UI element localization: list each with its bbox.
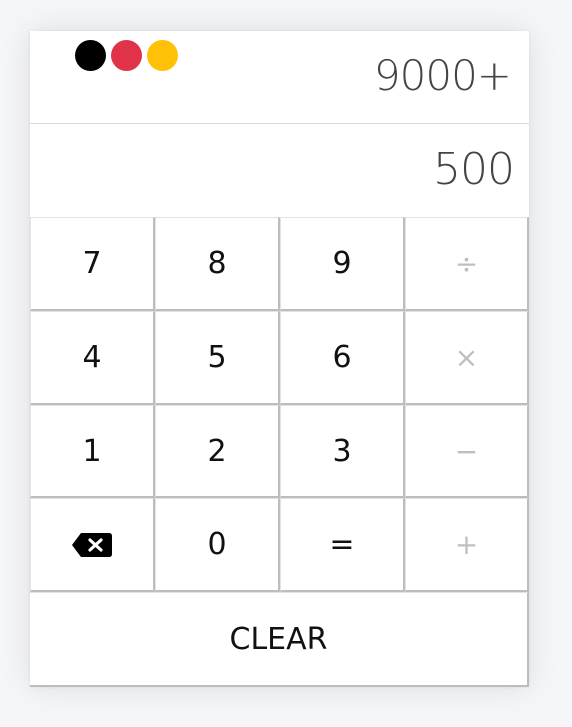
- add-button[interactable]: +: [405, 498, 529, 592]
- equals-button[interactable]: =: [280, 498, 405, 592]
- keypad: 7 8 9 ÷ 4 5 6 × 1 2 3 − 0 = +: [30, 217, 529, 592]
- close-window-button[interactable]: [75, 40, 106, 71]
- multiply-button[interactable]: ×: [405, 311, 529, 405]
- key-7[interactable]: 7: [30, 217, 155, 311]
- current-value-display: 500: [30, 124, 529, 217]
- backspace-button[interactable]: [30, 498, 155, 592]
- expression-display: 9000+: [30, 31, 529, 124]
- calculator-window: 9000+ 500 7 8 9 ÷ 4 5 6 × 1 2 3 − 0 = + …: [30, 31, 529, 687]
- key-4[interactable]: 4: [30, 311, 155, 405]
- key-0[interactable]: 0: [155, 498, 280, 592]
- divide-button[interactable]: ÷: [405, 217, 529, 311]
- clear-button[interactable]: CLEAR: [30, 592, 529, 687]
- minimize-window-button[interactable]: [111, 40, 142, 71]
- expression-text: 9000+: [373, 51, 512, 100]
- window-controls: [75, 40, 178, 71]
- key-5[interactable]: 5: [155, 311, 280, 405]
- key-3[interactable]: 3: [280, 405, 405, 498]
- key-2[interactable]: 2: [155, 405, 280, 498]
- key-8[interactable]: 8: [155, 217, 280, 311]
- key-9[interactable]: 9: [280, 217, 405, 311]
- maximize-window-button[interactable]: [147, 40, 178, 71]
- key-1[interactable]: 1: [30, 405, 155, 498]
- current-value-text: 500: [433, 144, 515, 195]
- backspace-icon: [71, 532, 113, 558]
- key-6[interactable]: 6: [280, 311, 405, 405]
- subtract-button[interactable]: −: [405, 405, 529, 498]
